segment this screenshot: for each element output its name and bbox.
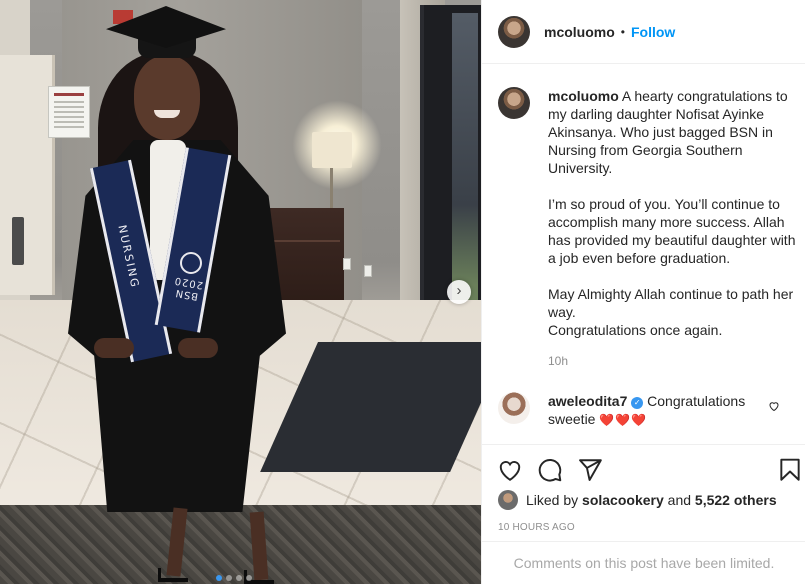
comment-icon — [538, 459, 562, 482]
caption-username[interactable]: mcoluomo — [548, 88, 619, 104]
stole-left-text: NURSING — [115, 223, 142, 290]
wall-outlet — [364, 265, 372, 277]
commenter-username[interactable]: aweleodita7 — [548, 393, 627, 409]
action-bar — [482, 444, 805, 496]
right-hand — [178, 338, 218, 358]
post-caption: mcoluomo A hearty congratulations to my … — [498, 87, 798, 339]
heart-outline-icon — [769, 402, 779, 412]
lamp-shade — [312, 132, 352, 168]
left-door — [0, 55, 55, 295]
follow-button[interactable]: Follow — [631, 24, 675, 40]
post-header: mcoluomo • Follow — [482, 0, 805, 64]
caption-time[interactable]: 10h — [548, 354, 568, 368]
carousel-dot — [246, 575, 252, 581]
chevron-right-icon: › — [456, 282, 462, 299]
stole-right-text: BSN 2020 — [173, 274, 205, 302]
carousel-dot-active — [216, 575, 222, 581]
likes-count[interactable]: 5,522 others — [695, 492, 777, 508]
save-button[interactable] — [777, 457, 803, 483]
smile — [154, 110, 180, 118]
post-sidebar: mcoluomo • Follow mcoluomo A hearty cong… — [481, 0, 805, 584]
paper-plane-icon — [579, 459, 602, 481]
carpet — [0, 505, 481, 584]
comment-like-button[interactable] — [768, 400, 780, 415]
wall-notice — [48, 86, 90, 138]
caption-avatar[interactable] — [498, 87, 530, 119]
share-button[interactable] — [577, 457, 603, 483]
author-avatar[interactable] — [498, 15, 530, 48]
carousel-indicator — [216, 575, 252, 581]
left-hand — [94, 338, 134, 358]
post-photo[interactable]: NURSING BSN 2020 › — [0, 0, 481, 584]
next-photo-button[interactable]: › — [447, 280, 471, 304]
left-shoe — [158, 568, 188, 582]
verified-badge-icon: ✓ — [631, 397, 644, 409]
bookmark-icon — [780, 458, 800, 481]
comment-item: aweleodita7 ✓ Congratulations sweetie ❤️… — [498, 392, 798, 429]
liker-username[interactable]: solacookery — [582, 492, 664, 508]
comment-text: aweleodita7 ✓ Congratulations sweetie ❤️… — [548, 392, 773, 429]
comment-button[interactable] — [537, 457, 563, 483]
caption-paragraph-2: I’m so proud of you. You’ll continue to … — [548, 196, 796, 266]
university-seal-icon — [180, 252, 202, 274]
liker-avatar — [498, 490, 518, 510]
heart-emoji: ❤️❤️❤️ — [599, 413, 648, 427]
like-button[interactable] — [497, 457, 523, 483]
commenter-avatar[interactable] — [498, 392, 530, 424]
author-username[interactable]: mcoluomo — [544, 24, 615, 40]
heart-icon — [499, 461, 521, 481]
likes-conjunction: and — [667, 492, 692, 508]
separator-dot: • — [620, 24, 625, 39]
face — [134, 56, 200, 140]
caption-paragraph-3: May Almighty Allah continue to path her … — [548, 286, 794, 338]
likes-prefix: Liked by — [526, 492, 579, 508]
carousel-dot — [226, 575, 232, 581]
door-handle — [12, 217, 24, 265]
caption-text: mcoluomo A hearty congratulations to my … — [548, 87, 798, 339]
wall-outlet — [343, 258, 351, 270]
comments-limited-notice: Comments on this post have been limited. — [482, 541, 805, 584]
carousel-dot — [236, 575, 242, 581]
likes-summary: Liked by solacookery and 5,522 others — [498, 490, 777, 510]
post-timestamp[interactable]: 10 HOURS AGO — [498, 522, 575, 533]
